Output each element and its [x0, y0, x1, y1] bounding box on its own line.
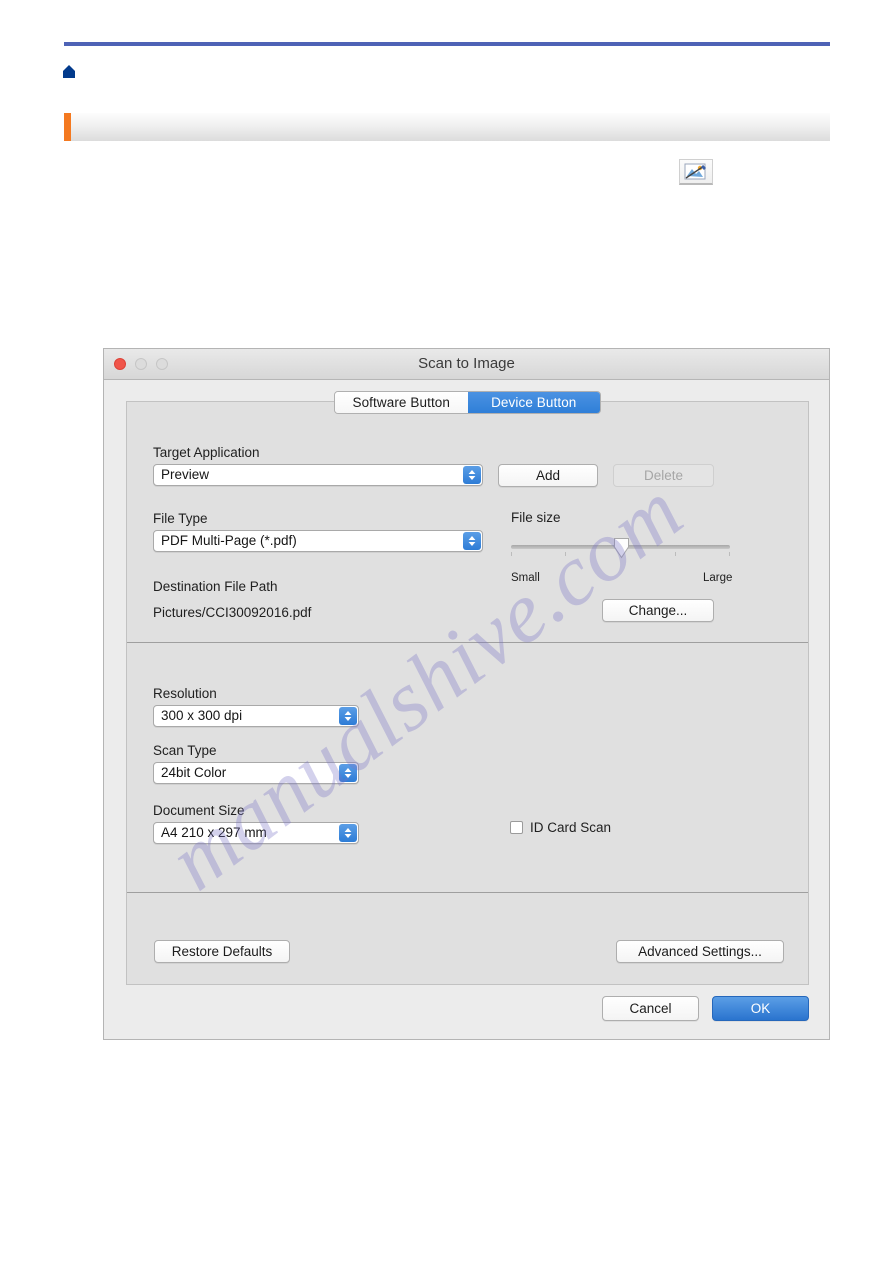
section-header-bar: [64, 113, 830, 141]
dialog-title: Scan to Image: [418, 355, 515, 372]
resolution-select[interactable]: 300 x 300 dpi: [153, 705, 359, 727]
settings-panel: Target Application Preview Add Delete Fi…: [126, 401, 809, 985]
file-type-label: File Type: [153, 511, 208, 526]
chevron-updown-icon[interactable]: [339, 764, 357, 782]
resolution-label: Resolution: [153, 686, 217, 701]
destination-file-path-value: Pictures/CCI30092016.pdf: [153, 605, 312, 620]
slider-tick: [565, 552, 566, 556]
mode-tab-group[interactable]: Software Button Device Button: [334, 391, 601, 414]
section-header-accent: [64, 113, 71, 141]
advanced-settings-button[interactable]: Advanced Settings...: [616, 940, 784, 963]
slider-tick: [729, 552, 730, 556]
chevron-updown-icon[interactable]: [463, 532, 481, 550]
file-size-label: File size: [511, 510, 561, 525]
resolution-value: 300 x 300 dpi: [161, 708, 243, 723]
scan-to-image-dialog: Scan to Image Software Button Device But…: [103, 348, 830, 1040]
destination-file-path-label: Destination File Path: [153, 579, 278, 594]
target-application-value: Preview: [161, 467, 210, 482]
scan-type-select[interactable]: 24bit Color: [153, 762, 359, 784]
file-size-min-label: Small: [511, 572, 540, 584]
slider-tick: [511, 552, 512, 556]
home-icon[interactable]: [61, 64, 77, 80]
chevron-updown-icon[interactable]: [339, 707, 357, 725]
tab-device-button[interactable]: Device Button: [467, 392, 600, 413]
panel-divider: [127, 642, 808, 643]
dialog-titlebar: Scan to Image: [104, 349, 829, 380]
id-card-scan-label: ID Card Scan: [530, 820, 612, 835]
document-size-select[interactable]: A4 210 x 297 mm: [153, 822, 359, 844]
target-application-select[interactable]: Preview: [153, 464, 483, 486]
scan-type-label: Scan Type: [153, 743, 217, 758]
chevron-updown-icon[interactable]: [339, 824, 357, 842]
chevron-updown-icon[interactable]: [463, 466, 481, 484]
ok-button[interactable]: OK: [712, 996, 809, 1021]
id-card-scan-checkbox[interactable]: ID Card Scan: [510, 820, 611, 835]
restore-defaults-button[interactable]: Restore Defaults: [154, 940, 290, 963]
tab-software-button[interactable]: Software Button: [335, 392, 468, 413]
delete-button: Delete: [613, 464, 714, 487]
page-top-rule: [64, 42, 830, 46]
file-type-select[interactable]: PDF Multi-Page (*.pdf): [153, 530, 483, 552]
scan-type-value: 24bit Color: [161, 765, 227, 780]
slider-tick: [675, 552, 676, 556]
scan-to-image-app-icon: [679, 159, 713, 185]
add-button[interactable]: Add: [498, 464, 598, 487]
panel-divider: [127, 892, 808, 893]
file-size-max-label: Large: [703, 572, 733, 584]
checkbox-icon[interactable]: [510, 821, 523, 834]
file-size-slider-thumb[interactable]: [613, 537, 630, 559]
document-size-value: A4 210 x 297 mm: [161, 825, 267, 840]
cancel-button[interactable]: Cancel: [602, 996, 699, 1021]
target-application-label: Target Application: [153, 445, 260, 460]
change-path-button[interactable]: Change...: [602, 599, 714, 622]
file-type-value: PDF Multi-Page (*.pdf): [161, 533, 297, 548]
document-size-label: Document Size: [153, 803, 245, 818]
